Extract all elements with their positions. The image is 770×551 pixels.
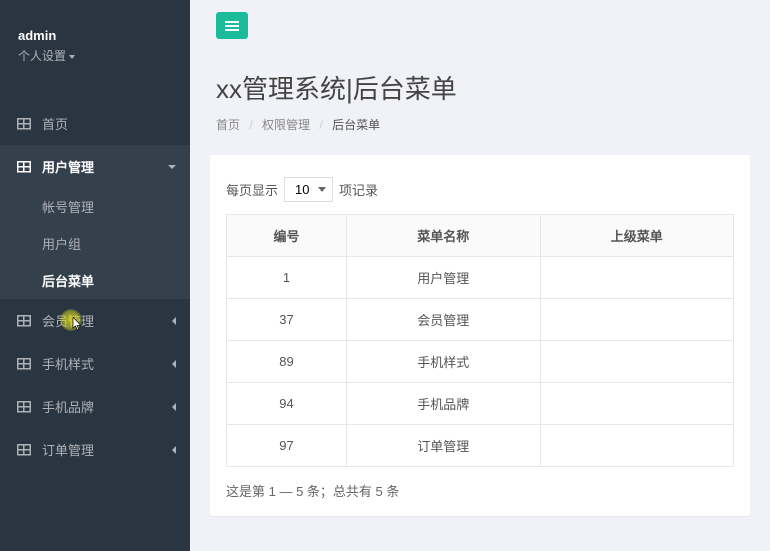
cell-name: 用户管理 [347,257,541,299]
grid-icon [16,400,32,414]
cell-parent [540,341,734,383]
sidebar-subitem-menu[interactable]: 后台菜单 [0,262,190,299]
breadcrumb: 首页 / 权限管理 / 后台菜单 [216,116,744,133]
table-row[interactable]: 94手机品牌 [227,383,734,425]
cell-name: 手机样式 [347,341,541,383]
sidebar-item-phone-brand[interactable]: 手机品牌 [0,385,190,428]
length-suffix: 项记录 [339,180,378,199]
cell-parent [540,299,734,341]
sidebar-item-label: 会员管理 [42,311,94,330]
chevron-left-icon [172,317,176,325]
col-parent[interactable]: 上级菜单 [540,215,734,257]
sidebar-item-label: 手机样式 [42,354,94,373]
sidebar-item-label: 订单管理 [42,440,94,459]
username-label: admin [18,28,172,43]
length-prefix: 每页显示 [226,180,278,199]
cell-parent [540,257,734,299]
page-length-select[interactable]: 10 [284,177,333,202]
cell-id: 37 [227,299,347,341]
sidebar-subitem-account[interactable]: 帐号管理 [0,188,190,225]
sidebar-item-order-mgmt[interactable]: 订单管理 [0,428,190,471]
grid-icon [16,117,32,131]
breadcrumb-sep: / [249,118,252,132]
cell-name: 订单管理 [347,425,541,467]
sidebar-item-home[interactable]: 首页 [0,102,190,145]
breadcrumb-sep: / [319,118,322,132]
table-row[interactable]: 37会员管理 [227,299,734,341]
data-panel: 每页显示 10 项记录 编号 菜单名称 上级菜单 1用户管理37会员管理89手机… [210,155,750,516]
chevron-down-icon [168,165,176,169]
cell-name: 手机品牌 [347,383,541,425]
grid-icon [16,443,32,457]
table-row[interactable]: 97订单管理 [227,425,734,467]
cell-id: 1 [227,257,347,299]
grid-icon [16,314,32,328]
cell-id: 97 [227,425,347,467]
page-length-control: 每页显示 10 项记录 [226,177,734,202]
chevron-left-icon [172,403,176,411]
sidebar-item-label: 手机品牌 [42,397,94,416]
hamburger-icon [225,25,239,27]
cell-parent [540,383,734,425]
table-info: 这是第 1 — 5 条；总共有 5 条 [226,481,734,500]
sidebar-item-phone-style[interactable]: 手机样式 [0,342,190,385]
table-row[interactable]: 1用户管理 [227,257,734,299]
sidebar-header: admin 个人设置 [0,0,190,82]
main-content: xx管理系统|后台菜单 首页 / 权限管理 / 后台菜单 每页显示 10 项记录 [190,0,770,551]
sidebar-item-member-mgmt[interactable]: 会员管理 [0,299,190,342]
cell-id: 94 [227,383,347,425]
sidebar: admin 个人设置 首页 用户管理 帐号管理 用户组 后台菜单 [0,0,190,551]
col-name[interactable]: 菜单名称 [347,215,541,257]
sidebar-toggle-button[interactable] [216,12,248,39]
sidebar-subnav-user-mgmt: 帐号管理 用户组 后台菜单 [0,188,190,299]
cell-id: 89 [227,341,347,383]
page-title: xx管理系统|后台菜单 [216,69,744,106]
page-header: xx管理系统|后台菜单 首页 / 权限管理 / 后台菜单 [190,51,770,155]
table-row[interactable]: 89手机样式 [227,341,734,383]
chevron-left-icon [172,446,176,454]
sidebar-subitem-usergroup[interactable]: 用户组 [0,225,190,262]
sidebar-item-label: 首页 [42,114,68,133]
table-header-row: 编号 菜单名称 上级菜单 [227,215,734,257]
menu-table: 编号 菜单名称 上级菜单 1用户管理37会员管理89手机样式94手机品牌97订单… [226,214,734,467]
cell-parent [540,425,734,467]
cell-name: 会员管理 [347,299,541,341]
personal-settings-dropdown[interactable]: 个人设置 [18,47,172,64]
col-id[interactable]: 编号 [227,215,347,257]
breadcrumb-current: 后台菜单 [332,118,380,132]
sidebar-item-user-mgmt[interactable]: 用户管理 [0,145,190,188]
grid-icon [16,160,32,174]
chevron-left-icon [172,360,176,368]
grid-icon [16,357,32,371]
sidebar-nav: 首页 用户管理 帐号管理 用户组 后台菜单 会员管理 [0,102,190,471]
topbar [190,0,770,51]
breadcrumb-item[interactable]: 首页 [216,118,240,132]
sidebar-item-label: 用户管理 [42,157,94,176]
breadcrumb-item[interactable]: 权限管理 [262,118,310,132]
